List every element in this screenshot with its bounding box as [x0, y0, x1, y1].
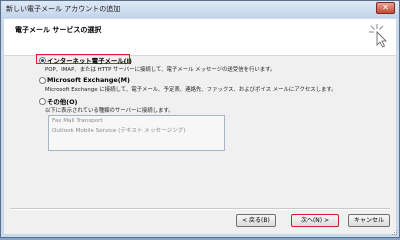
next-button[interactable]: 次へ(N) > [291, 214, 339, 227]
cursor-click-icon [369, 24, 387, 48]
radio-other[interactable] [39, 98, 46, 105]
option-internet-email-description: POP、IMAP、または HTTP サーバーに接続して、電子メール メッセージの… [45, 67, 276, 73]
option-other-label[interactable]: その他(O) [47, 97, 77, 106]
footer-divider [10, 208, 390, 210]
list-item[interactable]: Fax Mail Transport [52, 118, 103, 124]
option-internet-email-label[interactable]: インターネット電子メール(I) [47, 56, 132, 65]
option-microsoft-exchange-description: Microsoft Exchange に接続して、電子メール、予定表、連絡先、フ… [45, 87, 337, 93]
option-microsoft-exchange-label[interactable]: Microsoft Exchange(M) [47, 76, 130, 84]
page-title: 電子メール サービスの選択 [15, 26, 102, 34]
title-bar[interactable]: 新しい電子メール アカウントの追加 ✕ [1, 1, 399, 18]
option-other-description: 以下に表示されている種類のサーバーに接続します。 [45, 108, 174, 114]
dialog-window: 新しい電子メール アカウントの追加 ✕ 電子メール サービスの選択 インターネッ… [0, 0, 400, 238]
cancel-button[interactable]: キャンセル [348, 214, 390, 227]
radio-microsoft-exchange[interactable] [39, 77, 46, 84]
radio-internet-email[interactable] [39, 57, 46, 64]
dialog-body: 電子メール サービスの選択 インターネット電子メール(I) POP、IMAP、ま… [4, 19, 396, 234]
back-button[interactable]: < 戻る(B) [236, 214, 276, 227]
close-icon: ✕ [382, 3, 389, 12]
wizard-header: 電子メール サービスの選択 [4, 19, 396, 56]
close-button[interactable]: ✕ [376, 2, 395, 14]
window-title: 新しい電子メール アカウントの追加 [6, 5, 121, 13]
list-item[interactable]: Outlook Mobile Service (テキスト メッセージング) [52, 126, 186, 134]
resize-grip-icon[interactable] [392, 230, 398, 236]
other-servers-list[interactable]: Fax Mail Transport Outlook Mobile Servic… [48, 115, 225, 151]
